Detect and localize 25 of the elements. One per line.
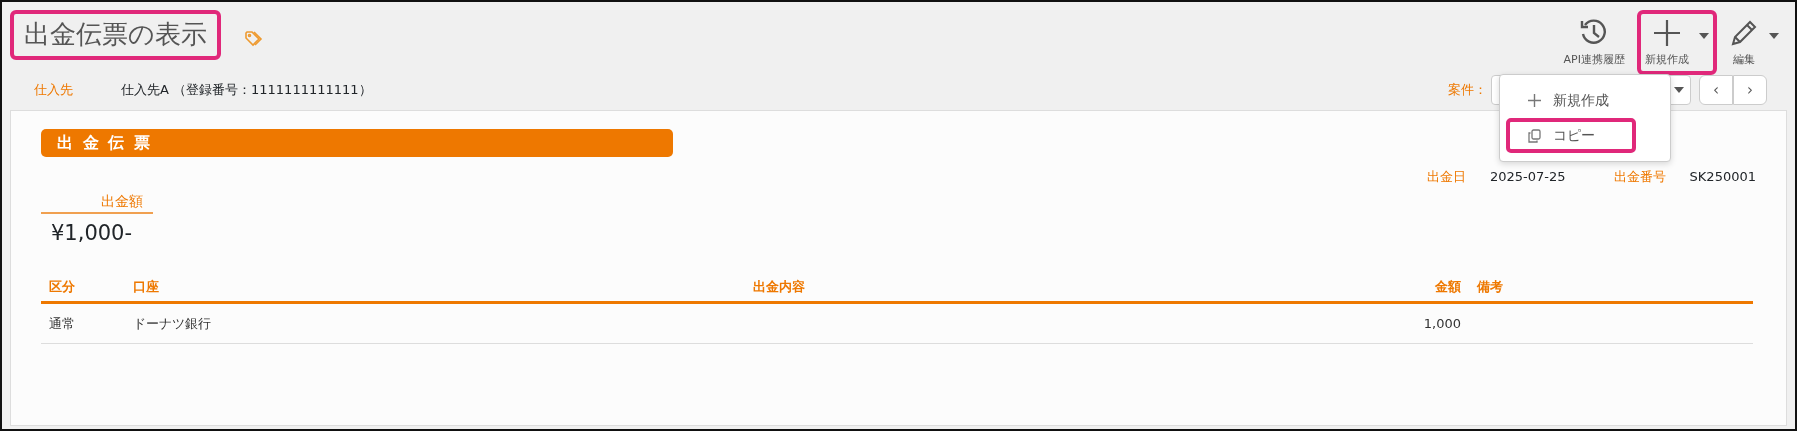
date-value: 2025-07-25 [1490,168,1566,186]
project-label: 案件： [1448,81,1487,100]
amount-value: ¥1,000- [50,219,134,247]
supplier-value: 仕入先A （登録番号：1111111111111） [121,81,372,100]
previous-button[interactable]: ‹ [1699,75,1733,105]
date-label: 出金日 [1427,168,1467,186]
column-header: 口座 [125,273,745,302]
number-value: SK250001 [1689,168,1756,186]
table-cell: 通常 [41,302,125,344]
column-header: 区分 [41,273,125,302]
number-label: 出金番号 [1613,168,1666,186]
column-header: 金額 [1401,273,1469,302]
column-header: 備考 [1469,273,1753,302]
table-cell: ドーナツ銀行 [125,302,745,344]
history-button[interactable]: API連携履歴 [1555,10,1633,75]
edit-button[interactable]: 編集 [1721,10,1787,75]
column-header: 出金内容 [745,273,1401,302]
next-button[interactable]: › [1733,75,1767,105]
supplier-label: 仕入先 [34,81,73,100]
amount-label: 出金額 [41,190,153,214]
page-title: 出金伝票の表示 [10,10,221,60]
menu-item[interactable]: コピー [1506,118,1636,153]
menu-item[interactable]: 新規作成 [1506,83,1636,118]
voucher-heading: 出金伝票 [41,129,673,157]
table-cell: 1,000 [1401,302,1469,344]
